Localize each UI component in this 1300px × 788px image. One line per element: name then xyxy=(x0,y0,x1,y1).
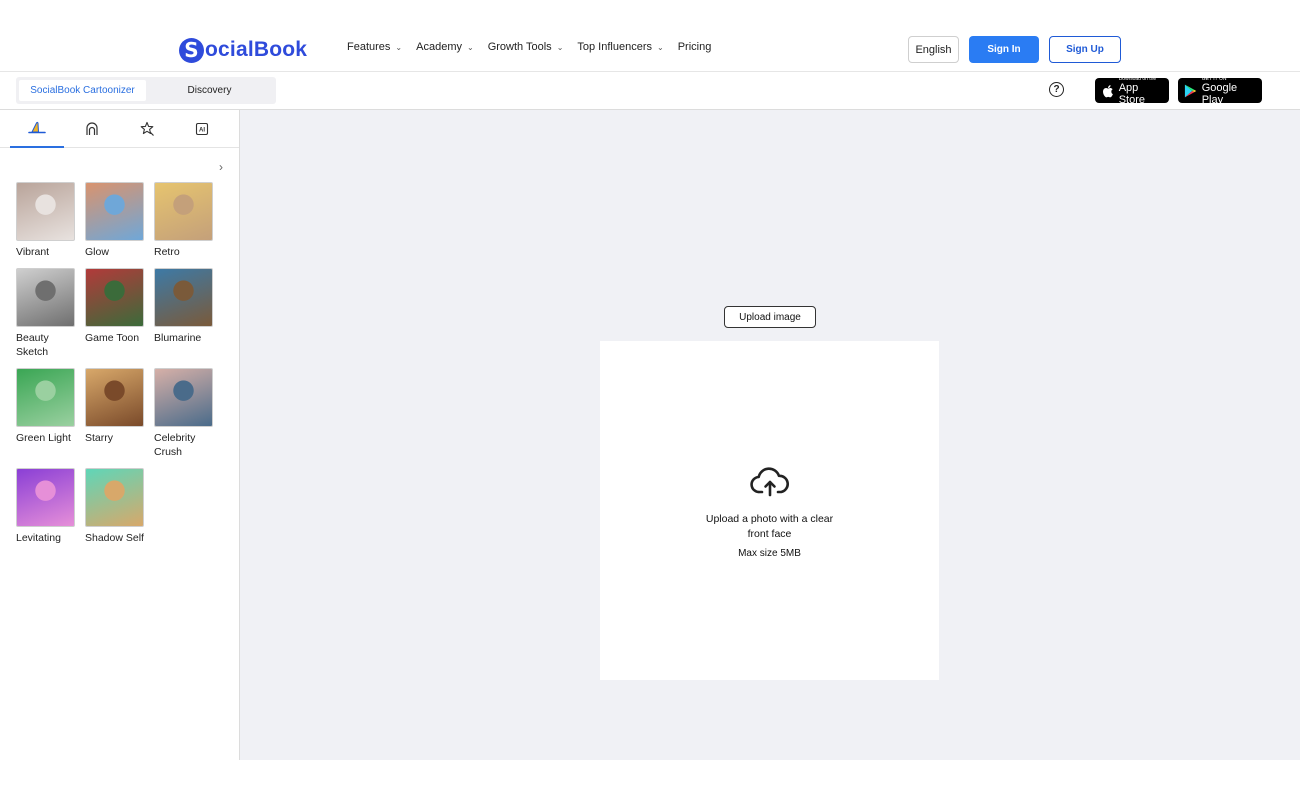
product-tabs: SocialBook Cartoonizer Discovery xyxy=(16,77,276,104)
chevron-down-icon: ⌄ xyxy=(657,42,664,52)
style-option-starry[interactable]: Starry xyxy=(85,368,145,445)
style-option-vibrant[interactable]: Vibrant xyxy=(16,182,76,259)
upload-image-button[interactable]: Upload image xyxy=(724,306,816,328)
style-thumbnail xyxy=(85,368,144,427)
nav-label: Top Influencers xyxy=(577,41,652,53)
nav-label: Growth Tools xyxy=(487,41,552,53)
app-store-big-text: App Store xyxy=(1118,81,1145,106)
google-play-big-text: Google Play xyxy=(1201,81,1238,106)
style-label: Green Light xyxy=(16,432,71,444)
style-label: Beauty Sketch xyxy=(16,332,49,358)
nav-item-top-influencers[interactable]: Top Influencers ⌄ xyxy=(577,41,663,53)
tab-discovery[interactable]: Discovery xyxy=(146,80,273,101)
style-label: Glow xyxy=(85,246,109,258)
nav-item-pricing[interactable]: Pricing xyxy=(678,41,712,53)
style-option-game-toon[interactable]: Game Toon xyxy=(85,268,145,345)
style-sidebar: AI › Vibrant Glow Retro Beauty Sketch Ga… xyxy=(0,110,240,760)
style-option-levitating[interactable]: Levitating xyxy=(16,468,76,545)
app-store-text: Download on the App Store xyxy=(1119,76,1163,106)
nav-item-growth-tools[interactable]: Growth Tools ⌄ xyxy=(488,41,564,53)
category-tab-face[interactable] xyxy=(65,110,119,148)
help-icon[interactable]: ? xyxy=(1049,82,1064,97)
style-thumbnail xyxy=(85,268,144,327)
magic-star-icon xyxy=(140,121,154,136)
style-thumbnail xyxy=(16,468,75,527)
style-thumbnail xyxy=(154,368,213,427)
upload-instruction: Upload a photo with a clear front face xyxy=(600,512,939,542)
chevron-down-icon: ⌄ xyxy=(466,42,474,52)
face-outline-icon xyxy=(86,122,98,135)
category-tab-hat[interactable] xyxy=(10,110,64,148)
nav-item-academy[interactable]: Academy ⌄ xyxy=(416,41,474,53)
category-tab-magic[interactable] xyxy=(120,110,174,148)
style-label: Vibrant xyxy=(16,246,50,258)
style-label: Game Toon xyxy=(85,332,140,344)
style-option-retro[interactable]: Retro xyxy=(154,182,214,259)
main-menu: Features ⌄ Academy ⌄ Growth Tools ⌄ Top … xyxy=(347,41,725,53)
app-store-badge[interactable]: Download on the App Store xyxy=(1095,76,1169,106)
nav-label: Academy xyxy=(416,41,462,53)
socialbook-logo[interactable]: S ocialBook xyxy=(179,36,307,64)
style-option-beauty-sketch[interactable]: Beauty Sketch xyxy=(16,268,76,359)
style-thumbnail xyxy=(154,182,213,241)
chevron-down-icon: ⌄ xyxy=(556,42,564,52)
google-play-text: GET IT ON Google Play xyxy=(1202,76,1256,106)
logo-text: ocialBook xyxy=(205,38,308,61)
style-thumbnail xyxy=(16,368,75,427)
logo-badge: S xyxy=(179,37,204,63)
top-navigation: S ocialBook Features ⌄ Academy ⌄ Growth … xyxy=(0,0,1300,72)
style-option-green-light[interactable]: Green Light xyxy=(16,368,76,445)
style-thumbnail xyxy=(85,468,144,527)
sign-in-button[interactable]: Sign In xyxy=(969,36,1039,63)
upload-instruction-text: Upload a photo with a clear front face xyxy=(705,513,834,540)
style-thumbnail xyxy=(85,182,144,241)
sign-up-button[interactable]: Sign Up xyxy=(1049,36,1121,63)
ai-chip-text: AI xyxy=(199,128,205,134)
style-label: Retro xyxy=(154,246,180,258)
nav-label: Pricing xyxy=(677,41,712,53)
upload-workspace: Upload image Upload a photo with a clear… xyxy=(240,110,1300,760)
style-label: Celebrity Crush xyxy=(154,432,196,458)
chevron-down-icon: ⌄ xyxy=(395,42,403,52)
google-play-badge[interactable]: GET IT ON Google Play xyxy=(1178,76,1262,106)
style-option-glow[interactable]: Glow xyxy=(85,182,145,259)
style-option-celebrity-crush[interactable]: Celebrity Crush xyxy=(154,368,214,459)
apple-icon xyxy=(1103,84,1113,97)
style-option-blumarine[interactable]: Blumarine xyxy=(154,268,214,345)
style-thumbnail xyxy=(16,182,75,241)
hat-icon xyxy=(28,121,46,134)
sub-toolbar: SocialBook Cartoonizer Discovery ? Downl… xyxy=(0,72,1300,110)
nav-item-features[interactable]: Features ⌄ xyxy=(347,41,402,53)
nav-label: Features xyxy=(347,41,391,53)
chevron-right-icon[interactable]: › xyxy=(219,160,223,174)
ai-chip-icon: AI xyxy=(195,122,209,136)
style-thumbnail xyxy=(16,268,75,327)
tab-socialbook-cartoonizer[interactable]: SocialBook Cartoonizer xyxy=(19,80,146,101)
cloud-upload-icon xyxy=(750,467,789,497)
style-label: Shadow Self xyxy=(85,532,144,544)
style-label: Blumarine xyxy=(154,332,202,344)
language-select-button[interactable]: English xyxy=(908,36,959,63)
style-thumbnail xyxy=(154,268,213,327)
upload-dropzone[interactable]: Upload a photo with a clear front face M… xyxy=(600,341,939,680)
style-option-shadow-self[interactable]: Shadow Self xyxy=(85,468,145,545)
google-play-icon xyxy=(1184,84,1197,97)
category-tab-ai[interactable]: AI xyxy=(175,110,229,148)
style-label: Starry xyxy=(85,432,114,444)
style-label: Levitating xyxy=(16,532,61,544)
max-size-note: Max size 5MB xyxy=(738,548,801,559)
category-icon-tabs: AI xyxy=(0,110,239,148)
